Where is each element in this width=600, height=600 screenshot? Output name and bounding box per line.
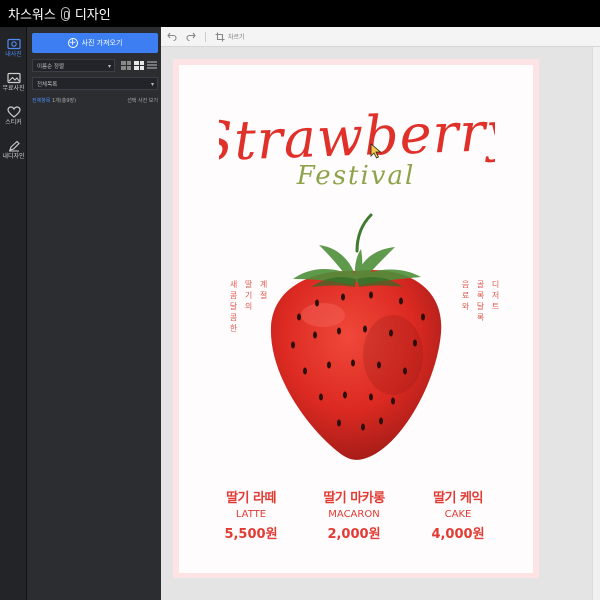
redo-button[interactable] bbox=[186, 32, 196, 41]
right-vertical-text[interactable]: 음료와 골록달록 디저트 bbox=[461, 279, 500, 323]
rail-item-my-designs[interactable]: 내디자인 bbox=[0, 137, 27, 163]
vertical-char: 콤 bbox=[229, 313, 238, 322]
vertical-char: 록 bbox=[476, 291, 485, 300]
menu-name-en: LATTE bbox=[235, 509, 267, 520]
vertical-char: 료 bbox=[461, 291, 470, 300]
poster-subtitle[interactable]: Festival bbox=[179, 161, 533, 191]
vertical-char: 콤 bbox=[229, 291, 238, 300]
rail-label: 무료사진 bbox=[2, 85, 25, 92]
vertical-char: 기 bbox=[244, 291, 253, 300]
vertical-char: 트 bbox=[491, 302, 500, 311]
vertical-char: 달 bbox=[229, 302, 238, 311]
vertical-col: 딸기의 bbox=[244, 279, 253, 334]
crop-button[interactable]: 자르기 bbox=[215, 32, 245, 42]
sort-select-value: 이름순 정렬 bbox=[37, 63, 65, 70]
vertical-char: 록 bbox=[476, 313, 485, 322]
vertical-char: 저 bbox=[491, 291, 500, 300]
vertical-char: 와 bbox=[461, 302, 470, 311]
menu-name-ko: 딸기 라떼 bbox=[226, 491, 276, 506]
grid-small-icon[interactable] bbox=[121, 61, 131, 70]
menu-name-en: CAKE bbox=[444, 509, 472, 520]
menu-item-macaron[interactable]: 딸기 마카롱 MACARON 2,000원 bbox=[304, 487, 404, 542]
menu-item-cake[interactable]: 딸기 케익 CAKE 4,000원 bbox=[408, 487, 508, 542]
photo-count-row: 전체항목 1개(총9장) 선택 사진 보기 bbox=[32, 97, 158, 104]
vertical-char: 골 bbox=[476, 280, 485, 289]
redo-icon bbox=[186, 32, 196, 41]
load-photos-label: 사진 가져오기 bbox=[81, 39, 123, 47]
menu-price: 2,000원 bbox=[327, 527, 381, 542]
vertical-col: 골록달록 bbox=[476, 279, 485, 323]
rail-label: 내디자인 bbox=[2, 153, 25, 160]
menu-name-en: MACARON bbox=[328, 509, 380, 520]
editor-toolbar: 자르기 bbox=[161, 27, 600, 47]
vertical-char: 디 bbox=[491, 280, 500, 289]
chevron-down-icon: ▾ bbox=[107, 63, 111, 70]
grid-large-icon[interactable] bbox=[134, 61, 144, 70]
menu-item-latte[interactable]: 딸기 라떼 LATTE 5,500원 bbox=[201, 487, 301, 542]
crop-label: 자르기 bbox=[228, 34, 245, 41]
list-view-icon[interactable] bbox=[147, 61, 157, 70]
plus-icon: + bbox=[67, 38, 78, 48]
sort-select[interactable]: 이름순 정렬 ▾ bbox=[32, 59, 115, 72]
vertical-char: 음 bbox=[461, 280, 470, 289]
vertical-col: 음료와 bbox=[461, 279, 470, 323]
vertical-col: 디저트 bbox=[491, 279, 500, 323]
mouse-cursor-icon bbox=[370, 143, 382, 159]
undo-icon bbox=[167, 32, 177, 41]
app-logo-icon bbox=[60, 6, 70, 21]
vertical-col: 새콤달콤한 bbox=[229, 279, 238, 334]
crop-icon bbox=[215, 32, 225, 41]
menu-name-ko: 딸기 마카롱 bbox=[323, 491, 385, 506]
folder-select-value: 전체목록 bbox=[37, 81, 58, 88]
heart-icon bbox=[6, 106, 21, 118]
info-prefix: 전체항목 bbox=[32, 98, 51, 104]
app-window: 차스워스 디자인 내사진 무료사진 스티커 내디자인 + 사진 가져오기 이름순… bbox=[0, 0, 600, 600]
poster-title-text: Strawberry bbox=[219, 99, 495, 169]
info-count: 1개(총9장) bbox=[52, 98, 77, 104]
app-title-suffix: 디자인 bbox=[74, 8, 111, 23]
menu-name-ko: 딸기 케익 bbox=[433, 491, 483, 506]
folder-select[interactable]: 전체목록 ▾ bbox=[32, 77, 158, 90]
pencil-icon bbox=[8, 140, 20, 152]
view-toggle bbox=[119, 59, 157, 72]
app-title: 차스워스 bbox=[8, 8, 56, 23]
undo-button[interactable] bbox=[167, 32, 177, 41]
menu-price: 5,500원 bbox=[224, 527, 278, 542]
photo-icon bbox=[6, 38, 21, 50]
rail-label: 스티커 bbox=[5, 119, 22, 126]
photo-panel: + 사진 가져오기 이름순 정렬 ▾ 전체목록 ▾ 전체항목 1개(총9장) 선… bbox=[27, 27, 161, 600]
vertical-char: 딸 bbox=[244, 280, 253, 289]
toolbar-divider bbox=[205, 31, 206, 42]
view-selected-link[interactable]: 선택 사진 보기 bbox=[127, 97, 158, 104]
load-photos-button[interactable]: + 사진 가져오기 bbox=[32, 33, 158, 53]
canvas-scrollbar[interactable] bbox=[592, 47, 600, 600]
strawberry-illustration[interactable] bbox=[253, 205, 459, 465]
canvas-area: 자르기 Strawberry Festival 새콤달콤한 딸기의 계절 음료와… bbox=[161, 27, 600, 600]
vertical-char: 새 bbox=[229, 280, 238, 289]
menu-price: 4,000원 bbox=[431, 527, 485, 542]
rail-item-stickers[interactable]: 스티커 bbox=[0, 103, 27, 129]
poster-title[interactable]: Strawberry bbox=[219, 99, 495, 169]
poster-canvas[interactable]: Strawberry Festival 새콤달콤한 딸기의 계절 음료와 골록달… bbox=[179, 65, 533, 573]
left-rail: 내사진 무료사진 스티커 내디자인 bbox=[0, 27, 27, 600]
chevron-down-icon: ▾ bbox=[150, 81, 154, 88]
free-photo-icon bbox=[6, 72, 21, 84]
rail-item-free-photos[interactable]: 무료사진 bbox=[0, 69, 27, 95]
vertical-char: 의 bbox=[244, 302, 253, 311]
title-bar: 차스워스 디자인 bbox=[0, 0, 600, 27]
vertical-char: 한 bbox=[229, 324, 238, 333]
rail-label: 내사진 bbox=[5, 51, 22, 58]
rail-item-my-photos[interactable]: 내사진 bbox=[0, 35, 27, 61]
vertical-char: 달 bbox=[476, 302, 485, 311]
